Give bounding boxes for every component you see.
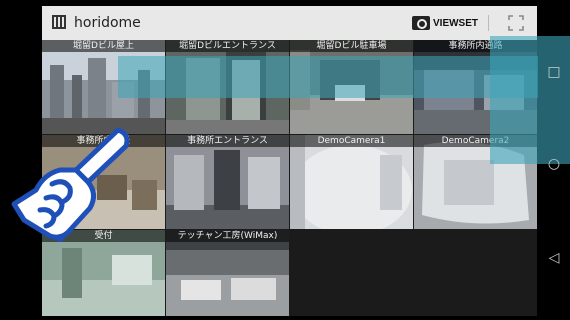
viewset-button[interactable]: VIEWSET <box>412 14 478 32</box>
camera-label: 堀留Dビルエントランス <box>166 40 289 52</box>
camera-tile[interactable]: DemoCamera1 <box>290 135 413 229</box>
camera-label: 堀留Dビル駐車場 <box>290 40 413 52</box>
back-icon[interactable]: ◁ <box>546 250 562 266</box>
app-bar: horidome VIEWSET <box>42 6 537 40</box>
camera-label: 堀留Dビル屋上 <box>42 40 165 52</box>
recent-apps-icon[interactable]: □ <box>546 64 562 80</box>
camera-label: DemoCamera1 <box>290 135 413 147</box>
toolbar-divider <box>488 15 489 31</box>
fullscreen-icon[interactable] <box>508 15 524 31</box>
home-icon[interactable]: ○ <box>546 156 562 172</box>
camera-tile[interactable]: テッチャン工房(WiMax) <box>166 230 289 316</box>
camera-icon <box>412 16 430 30</box>
swipe-overlay-band <box>118 56 538 98</box>
app-title: horidome <box>74 15 141 31</box>
camera-tile[interactable]: 事務所エントランス <box>166 135 289 229</box>
viewset-label: VIEWSET <box>433 17 479 29</box>
camera-label: テッチャン工房(WiMax) <box>166 230 289 242</box>
grid-view-icon <box>52 15 66 29</box>
camera-label: 事務所エントランス <box>166 135 289 147</box>
pointing-hand-icon <box>6 112 141 252</box>
system-nav-bar: □ ○ ◁ <box>537 0 570 320</box>
